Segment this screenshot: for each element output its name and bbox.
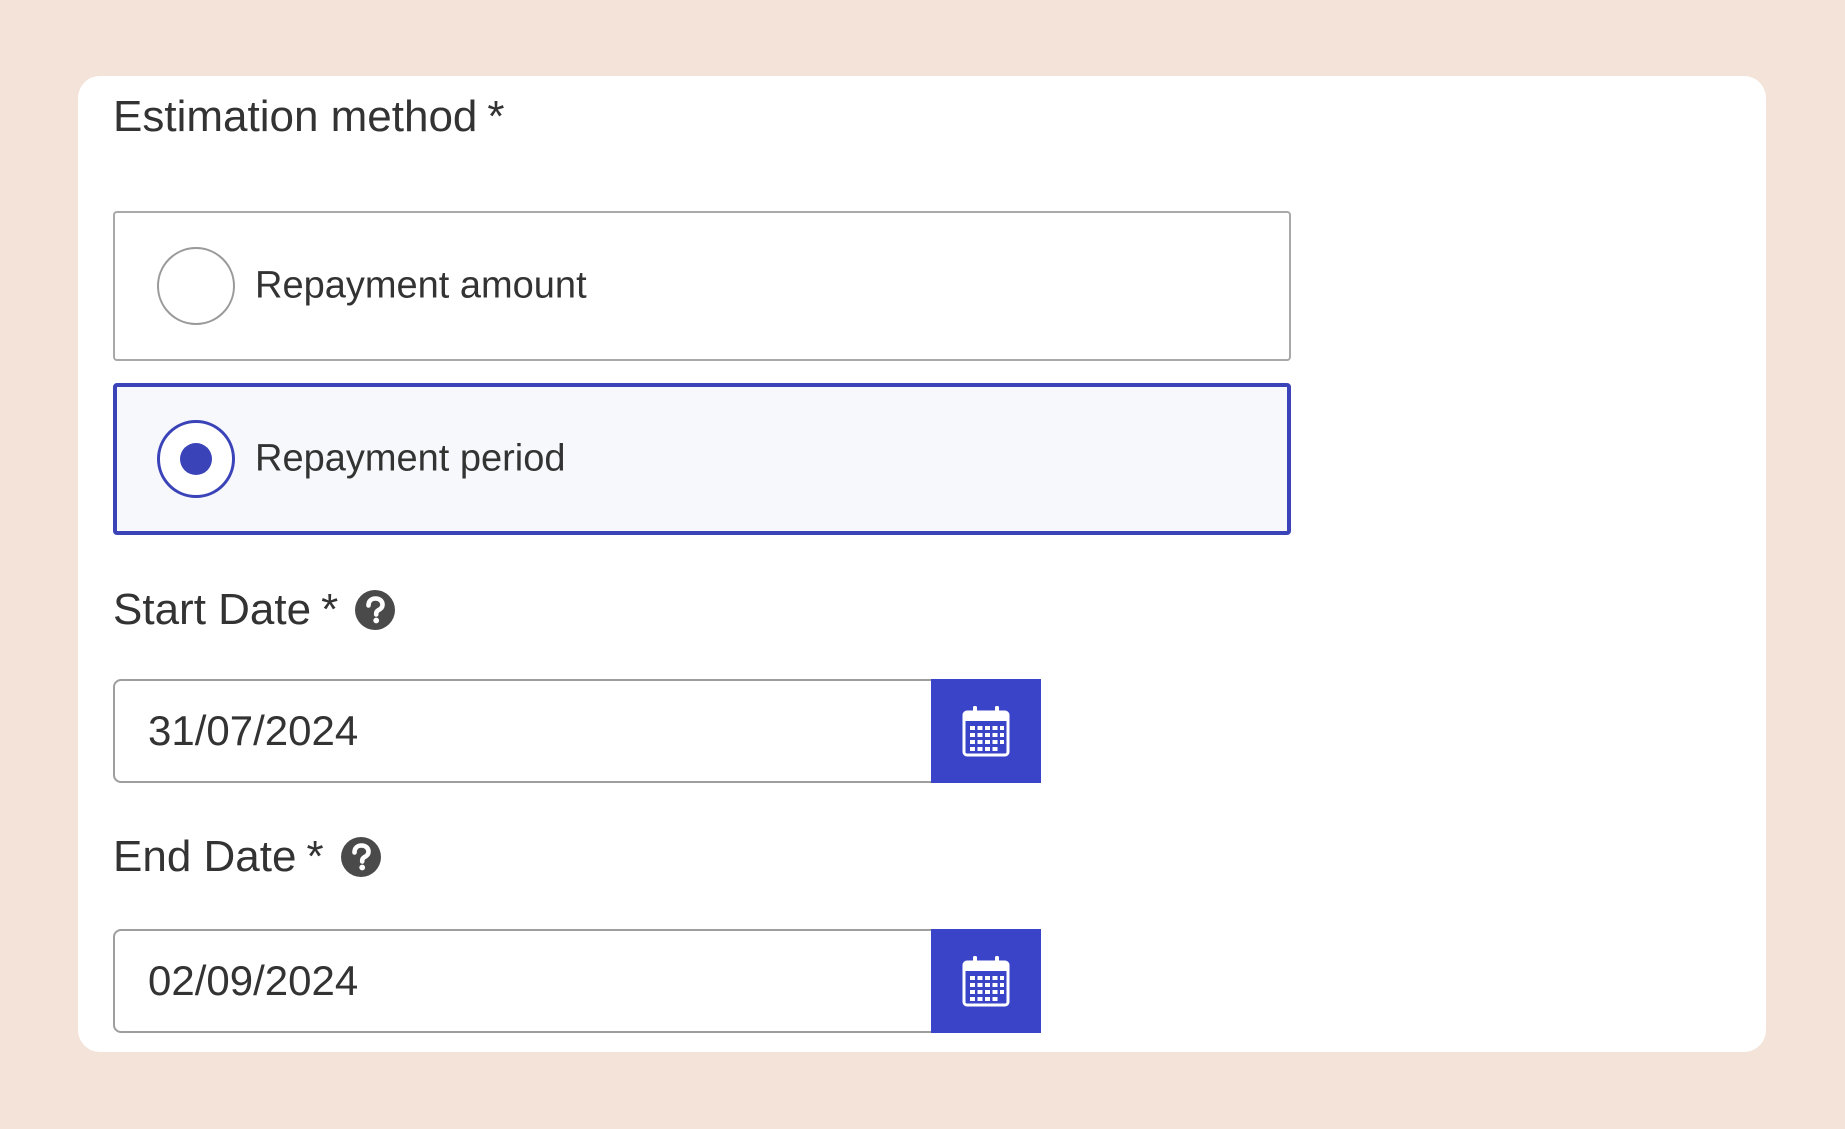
estimation-method-label-text: Estimation method xyxy=(113,92,478,141)
radio-option-repayment-period[interactable]: Repayment period xyxy=(113,383,1291,535)
radio-option-label: Repayment period xyxy=(255,437,566,480)
radio-option-label: Repayment amount xyxy=(255,264,587,307)
radio-option-repayment-amount[interactable]: Repayment amount xyxy=(113,211,1291,361)
end-date-calendar-button[interactable] xyxy=(931,929,1041,1033)
radio-button-unselected[interactable] xyxy=(157,247,235,325)
required-marker: * xyxy=(306,832,324,881)
calendar-icon xyxy=(962,706,1010,757)
estimation-form-card: Estimation method * Repayment amount Rep… xyxy=(78,76,1766,1052)
radio-selected-dot xyxy=(180,443,212,475)
end-date-field xyxy=(113,929,1041,1033)
question-circle-icon[interactable] xyxy=(340,836,382,878)
start-date-calendar-button[interactable] xyxy=(931,679,1041,783)
required-marker: * xyxy=(487,92,505,141)
start-date-label-text: Start Date xyxy=(113,585,312,634)
start-date-field xyxy=(113,679,1041,783)
calendar-icon xyxy=(962,956,1010,1007)
required-marker: * xyxy=(321,585,339,634)
end-date-label: End Date * xyxy=(113,835,382,879)
estimation-method-label: Estimation method * xyxy=(113,95,505,139)
radio-button-selected[interactable] xyxy=(157,420,235,498)
start-date-label: Start Date * xyxy=(113,588,396,632)
end-date-input[interactable] xyxy=(113,929,933,1033)
end-date-label-text: End Date xyxy=(113,832,297,881)
start-date-input[interactable] xyxy=(113,679,933,783)
question-circle-icon[interactable] xyxy=(354,589,396,631)
